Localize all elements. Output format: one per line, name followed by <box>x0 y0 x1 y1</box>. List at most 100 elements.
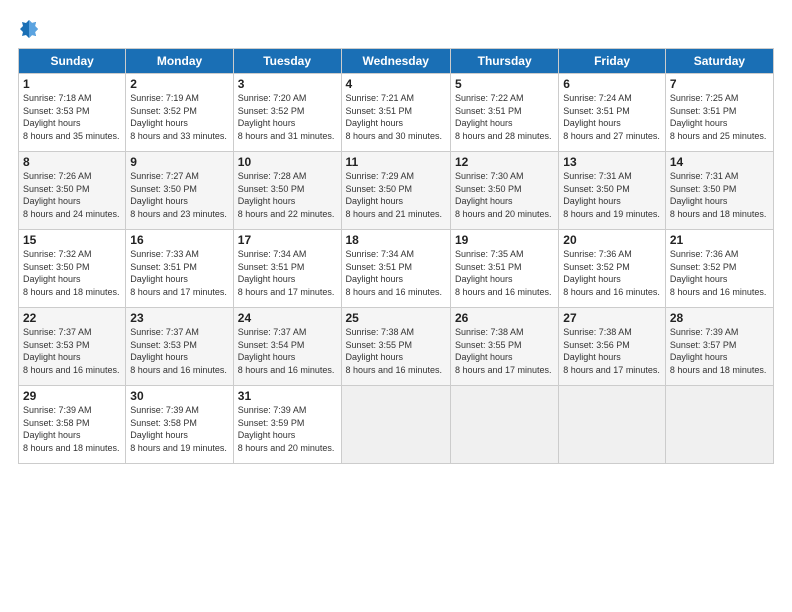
logo-icon <box>18 18 40 40</box>
day-info: Sunrise: 7:37 AMSunset: 3:53 PMDaylight … <box>23 327 120 375</box>
calendar-cell: 27 Sunrise: 7:38 AMSunset: 3:56 PMDaylig… <box>559 308 666 386</box>
day-info: Sunrise: 7:39 AMSunset: 3:58 PMDaylight … <box>23 405 120 453</box>
day-number: 12 <box>455 155 554 169</box>
calendar-week: 8 Sunrise: 7:26 AMSunset: 3:50 PMDayligh… <box>19 152 774 230</box>
calendar-week: 1 Sunrise: 7:18 AMSunset: 3:53 PMDayligh… <box>19 74 774 152</box>
calendar-cell: 26 Sunrise: 7:38 AMSunset: 3:55 PMDaylig… <box>450 308 558 386</box>
day-number: 24 <box>238 311 337 325</box>
weekday-header: Friday <box>559 49 666 74</box>
day-number: 27 <box>563 311 661 325</box>
day-number: 11 <box>346 155 446 169</box>
weekday-header: Sunday <box>19 49 126 74</box>
calendar-cell <box>665 386 773 464</box>
day-info: Sunrise: 7:36 AMSunset: 3:52 PMDaylight … <box>563 249 660 297</box>
day-number: 9 <box>130 155 228 169</box>
day-number: 10 <box>238 155 337 169</box>
day-number: 13 <box>563 155 661 169</box>
calendar-cell: 13 Sunrise: 7:31 AMSunset: 3:50 PMDaylig… <box>559 152 666 230</box>
calendar: SundayMondayTuesdayWednesdayThursdayFrid… <box>18 48 774 464</box>
day-number: 23 <box>130 311 228 325</box>
calendar-cell: 8 Sunrise: 7:26 AMSunset: 3:50 PMDayligh… <box>19 152 126 230</box>
weekday-header: Wednesday <box>341 49 450 74</box>
day-info: Sunrise: 7:39 AMSunset: 3:59 PMDaylight … <box>238 405 335 453</box>
day-info: Sunrise: 7:28 AMSunset: 3:50 PMDaylight … <box>238 171 335 219</box>
day-number: 17 <box>238 233 337 247</box>
day-number: 28 <box>670 311 769 325</box>
day-info: Sunrise: 7:32 AMSunset: 3:50 PMDaylight … <box>23 249 120 297</box>
day-number: 18 <box>346 233 446 247</box>
day-info: Sunrise: 7:38 AMSunset: 3:55 PMDaylight … <box>455 327 552 375</box>
day-info: Sunrise: 7:27 AMSunset: 3:50 PMDaylight … <box>130 171 227 219</box>
calendar-cell: 3 Sunrise: 7:20 AMSunset: 3:52 PMDayligh… <box>233 74 341 152</box>
calendar-cell: 25 Sunrise: 7:38 AMSunset: 3:55 PMDaylig… <box>341 308 450 386</box>
calendar-cell: 16 Sunrise: 7:33 AMSunset: 3:51 PMDaylig… <box>126 230 233 308</box>
day-info: Sunrise: 7:38 AMSunset: 3:56 PMDaylight … <box>563 327 660 375</box>
day-info: Sunrise: 7:35 AMSunset: 3:51 PMDaylight … <box>455 249 552 297</box>
calendar-cell: 21 Sunrise: 7:36 AMSunset: 3:52 PMDaylig… <box>665 230 773 308</box>
calendar-cell: 7 Sunrise: 7:25 AMSunset: 3:51 PMDayligh… <box>665 74 773 152</box>
calendar-cell: 9 Sunrise: 7:27 AMSunset: 3:50 PMDayligh… <box>126 152 233 230</box>
calendar-cell: 11 Sunrise: 7:29 AMSunset: 3:50 PMDaylig… <box>341 152 450 230</box>
day-number: 22 <box>23 311 121 325</box>
calendar-cell <box>559 386 666 464</box>
day-info: Sunrise: 7:39 AMSunset: 3:57 PMDaylight … <box>670 327 767 375</box>
day-number: 21 <box>670 233 769 247</box>
calendar-week: 22 Sunrise: 7:37 AMSunset: 3:53 PMDaylig… <box>19 308 774 386</box>
calendar-cell: 23 Sunrise: 7:37 AMSunset: 3:53 PMDaylig… <box>126 308 233 386</box>
day-number: 20 <box>563 233 661 247</box>
day-number: 19 <box>455 233 554 247</box>
calendar-cell: 15 Sunrise: 7:32 AMSunset: 3:50 PMDaylig… <box>19 230 126 308</box>
calendar-header: SundayMondayTuesdayWednesdayThursdayFrid… <box>19 49 774 74</box>
day-info: Sunrise: 7:22 AMSunset: 3:51 PMDaylight … <box>455 93 552 141</box>
calendar-cell: 24 Sunrise: 7:37 AMSunset: 3:54 PMDaylig… <box>233 308 341 386</box>
calendar-cell: 4 Sunrise: 7:21 AMSunset: 3:51 PMDayligh… <box>341 74 450 152</box>
calendar-cell: 1 Sunrise: 7:18 AMSunset: 3:53 PMDayligh… <box>19 74 126 152</box>
calendar-cell: 10 Sunrise: 7:28 AMSunset: 3:50 PMDaylig… <box>233 152 341 230</box>
header <box>18 18 774 40</box>
day-info: Sunrise: 7:19 AMSunset: 3:52 PMDaylight … <box>130 93 227 141</box>
weekday-header: Monday <box>126 49 233 74</box>
day-info: Sunrise: 7:24 AMSunset: 3:51 PMDaylight … <box>563 93 660 141</box>
calendar-week: 15 Sunrise: 7:32 AMSunset: 3:50 PMDaylig… <box>19 230 774 308</box>
calendar-cell: 22 Sunrise: 7:37 AMSunset: 3:53 PMDaylig… <box>19 308 126 386</box>
calendar-week: 29 Sunrise: 7:39 AMSunset: 3:58 PMDaylig… <box>19 386 774 464</box>
calendar-cell <box>450 386 558 464</box>
calendar-cell: 30 Sunrise: 7:39 AMSunset: 3:58 PMDaylig… <box>126 386 233 464</box>
day-number: 4 <box>346 77 446 91</box>
page: SundayMondayTuesdayWednesdayThursdayFrid… <box>0 0 792 474</box>
day-number: 2 <box>130 77 228 91</box>
day-info: Sunrise: 7:31 AMSunset: 3:50 PMDaylight … <box>563 171 660 219</box>
day-number: 6 <box>563 77 661 91</box>
day-info: Sunrise: 7:34 AMSunset: 3:51 PMDaylight … <box>238 249 335 297</box>
weekday-row: SundayMondayTuesdayWednesdayThursdayFrid… <box>19 49 774 74</box>
day-number: 26 <box>455 311 554 325</box>
day-number: 31 <box>238 389 337 403</box>
day-number: 8 <box>23 155 121 169</box>
calendar-cell: 14 Sunrise: 7:31 AMSunset: 3:50 PMDaylig… <box>665 152 773 230</box>
calendar-cell: 17 Sunrise: 7:34 AMSunset: 3:51 PMDaylig… <box>233 230 341 308</box>
calendar-cell: 28 Sunrise: 7:39 AMSunset: 3:57 PMDaylig… <box>665 308 773 386</box>
day-number: 16 <box>130 233 228 247</box>
weekday-header: Tuesday <box>233 49 341 74</box>
weekday-header: Saturday <box>665 49 773 74</box>
day-number: 29 <box>23 389 121 403</box>
day-info: Sunrise: 7:39 AMSunset: 3:58 PMDaylight … <box>130 405 227 453</box>
calendar-cell <box>341 386 450 464</box>
day-info: Sunrise: 7:20 AMSunset: 3:52 PMDaylight … <box>238 93 335 141</box>
calendar-cell: 20 Sunrise: 7:36 AMSunset: 3:52 PMDaylig… <box>559 230 666 308</box>
day-number: 7 <box>670 77 769 91</box>
calendar-cell: 12 Sunrise: 7:30 AMSunset: 3:50 PMDaylig… <box>450 152 558 230</box>
calendar-cell: 19 Sunrise: 7:35 AMSunset: 3:51 PMDaylig… <box>450 230 558 308</box>
day-info: Sunrise: 7:18 AMSunset: 3:53 PMDaylight … <box>23 93 120 141</box>
day-number: 25 <box>346 311 446 325</box>
day-number: 30 <box>130 389 228 403</box>
calendar-body: 1 Sunrise: 7:18 AMSunset: 3:53 PMDayligh… <box>19 74 774 464</box>
day-info: Sunrise: 7:38 AMSunset: 3:55 PMDaylight … <box>346 327 443 375</box>
calendar-cell: 31 Sunrise: 7:39 AMSunset: 3:59 PMDaylig… <box>233 386 341 464</box>
day-number: 14 <box>670 155 769 169</box>
day-info: Sunrise: 7:37 AMSunset: 3:54 PMDaylight … <box>238 327 335 375</box>
day-number: 3 <box>238 77 337 91</box>
day-info: Sunrise: 7:29 AMSunset: 3:50 PMDaylight … <box>346 171 443 219</box>
day-info: Sunrise: 7:34 AMSunset: 3:51 PMDaylight … <box>346 249 443 297</box>
day-info: Sunrise: 7:33 AMSunset: 3:51 PMDaylight … <box>130 249 227 297</box>
